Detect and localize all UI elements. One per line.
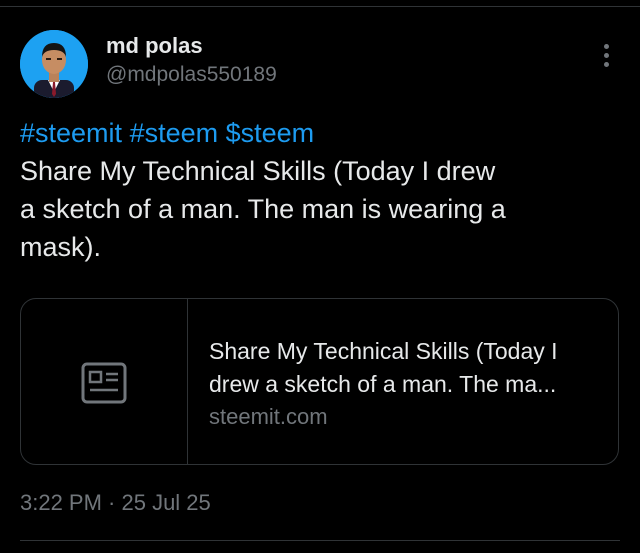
- display-name[interactable]: md polas: [106, 33, 203, 59]
- article-icon: [81, 362, 127, 403]
- link-card-title: Share My Technical Skills (Today I drew …: [209, 338, 558, 397]
- hashtag-link[interactable]: #steemit: [20, 118, 122, 148]
- more-options-button[interactable]: [592, 40, 620, 70]
- link-card-thumbnail: [21, 299, 188, 464]
- link-preview-card[interactable]: Share My Technical Skills (Today I drew …: [20, 298, 619, 465]
- post-text-line: Share My Technical Skills (Today I drew: [20, 156, 496, 186]
- user-handle[interactable]: @mdpolas550189: [106, 63, 277, 87]
- more-vertical-icon: [603, 43, 609, 49]
- hashtag-row: #steemit #steem $steem: [20, 114, 610, 152]
- post-text-line: a sketch of a man. The man is wearing a: [20, 194, 506, 224]
- post-text-line: mask).: [20, 232, 101, 262]
- top-divider: [0, 0, 640, 7]
- cashtag-link[interactable]: $steem: [226, 118, 315, 148]
- avatar[interactable]: [20, 30, 88, 98]
- link-card-domain: steemit.com: [209, 404, 328, 429]
- post-timestamp[interactable]: 3:22 PM · 25 Jul 25: [20, 490, 211, 516]
- post-text: #steemit #steem $steem Share My Technica…: [20, 114, 610, 266]
- link-card-text: Share My Technical Skills (Today I drew …: [209, 335, 601, 433]
- hashtag-link[interactable]: #steem: [130, 118, 219, 148]
- bottom-divider: [20, 540, 620, 541]
